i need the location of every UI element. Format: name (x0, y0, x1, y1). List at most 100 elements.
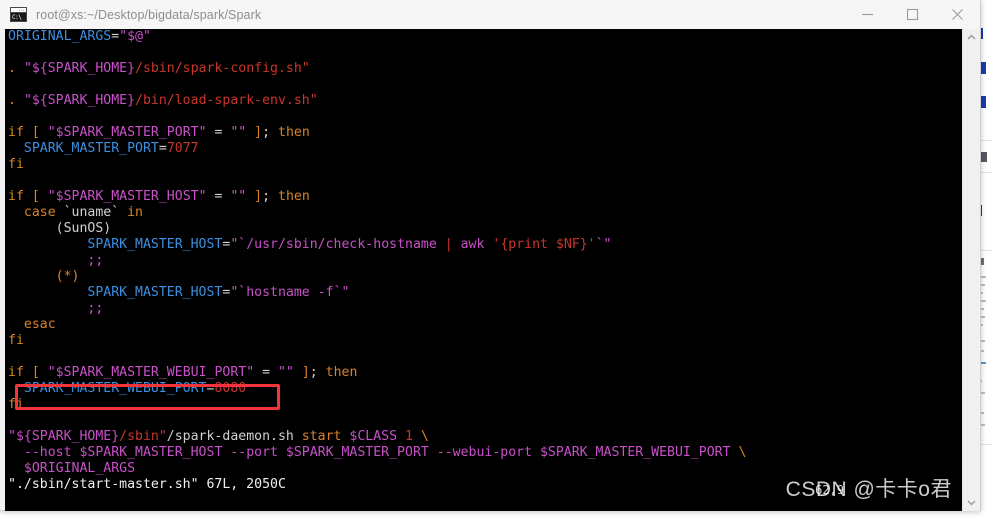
code-token: "$SPARK_MASTER_WEBUI_PORT" (47, 365, 255, 380)
terminal-window[interactable]: ••• C:\ root@xs:~/Desktop/bigdata/spark/… (0, 0, 981, 511)
screen-root: ••• C:\ root@xs:~/Desktop/bigdata/spark/… (0, 0, 993, 519)
code-token: `uname` (63, 205, 120, 220)
code-token: fi (8, 333, 24, 348)
code-token: /sbin/spark-config.sh" (135, 61, 310, 76)
code-line: esac (5, 317, 962, 333)
terminal-screen[interactable]: ORIGINAL_ARGS="$@" . "${SPARK_HOME}/sbin… (5, 29, 962, 511)
code-token: then (278, 125, 310, 140)
code-token: ;; (8, 253, 104, 268)
maximize-button[interactable] (890, 0, 935, 29)
code-token: "" (277, 365, 294, 380)
code-token: = (206, 125, 231, 140)
code-token: `" (595, 237, 612, 252)
code-line: fi (5, 157, 962, 173)
code-token: "$SPARK_MASTER_PORT" (47, 125, 207, 140)
chevron-up-icon (967, 34, 976, 40)
code-line: --host $SPARK_MASTER_HOST --port $SPARK_… (5, 445, 962, 461)
code-line: SPARK_MASTER_HOST="`/usr/sbin/check-host… (5, 237, 962, 253)
code-line: (SunOS) (5, 221, 962, 237)
window-titlebar[interactable]: ••• C:\ root@xs:~/Desktop/bigdata/spark/… (0, 0, 980, 30)
code-token: \ (420, 429, 429, 444)
code-line: "${SPARK_HOME}/sbin"/spark-daemon.sh sta… (5, 429, 962, 445)
code-token: $SPARK_MASTER_WEBUI_PORT (539, 445, 739, 460)
console-icon: ••• C:\ (10, 7, 27, 22)
code-token: awk (460, 237, 493, 252)
code-token: ;; (8, 301, 104, 316)
code-token: /spark-daemon.sh (166, 429, 302, 444)
code-line: SPARK_MASTER_HOST="`hostname -f`" (5, 285, 962, 301)
code-token: /bin/load-spark-env.sh" (135, 93, 318, 108)
scroll-down-button[interactable] (963, 494, 980, 511)
close-button[interactable] (935, 0, 980, 29)
code-token: . (8, 61, 24, 76)
code-line: ORIGINAL_ARGS="$@" (5, 29, 962, 45)
code-line: fi (5, 333, 962, 349)
maximize-icon (906, 8, 919, 21)
code-token: SPARK_MASTER_PORT (8, 141, 159, 156)
code-token: 7077 (166, 141, 199, 156)
chevron-down-icon (967, 500, 976, 506)
code-line: . "${SPARK_HOME}/bin/load-spark-env.sh" (5, 93, 962, 109)
code-token: fi (8, 397, 24, 412)
code-token: 1 (405, 429, 421, 444)
code-token: (SunOS) (8, 221, 112, 236)
code-token: "" (230, 189, 247, 204)
minimize-button[interactable] (845, 0, 890, 29)
code-line: if [ "$SPARK_MASTER_PORT" = "" ]; then (5, 125, 962, 141)
code-token: if (8, 365, 32, 380)
code-token: /usr/sbin/check-hostname (246, 237, 437, 252)
code-token: $SPARK_MASTER_PORT (285, 445, 437, 460)
console-icon-text: C:\ (11, 13, 26, 21)
code-token: . (8, 93, 24, 108)
scroll-up-button[interactable] (963, 29, 980, 46)
vim-buffer[interactable]: ORIGINAL_ARGS="$@" . "${SPARK_HOME}/sbin… (5, 29, 962, 493)
code-token: "${SPARK_HOME} (8, 429, 120, 444)
code-token: ; (262, 125, 279, 140)
code-token: = (111, 29, 120, 44)
code-token: "${SPARK_HOME} (23, 61, 136, 76)
vim-cursor-position: 62,9 (815, 483, 844, 497)
close-icon (952, 9, 963, 20)
code-token: "" (230, 125, 247, 140)
code-token: start (301, 429, 350, 444)
code-token: [ (31, 189, 48, 204)
minimize-icon (862, 13, 873, 16)
code-token: "$SPARK_MASTER_HOST" (47, 189, 207, 204)
code-token: [ (31, 365, 48, 380)
code-line: SPARK_MASTER_PORT=7077 (5, 141, 962, 157)
code-token: ORIGINAL_ARGS (8, 29, 112, 44)
code-token: if (8, 189, 32, 204)
code-token: "` (230, 237, 247, 252)
code-token: hostname -f (246, 285, 334, 300)
code-token: \ (738, 445, 747, 460)
code-line: SPARK_MASTER_WEBUI_PORT=8080 (5, 381, 962, 397)
code-line: . "${SPARK_HOME}/sbin/spark-config.sh" (5, 61, 962, 77)
code-token: --webui-port (436, 445, 540, 460)
terminal-scrollbar[interactable] (962, 29, 979, 511)
code-token: "./sbin/start-master.sh" 67L, 2050C (8, 477, 286, 492)
code-token: ; (262, 189, 279, 204)
code-token: --host (8, 445, 80, 460)
code-token: in (119, 205, 143, 220)
code-token: [ (31, 125, 48, 140)
code-token: "${SPARK_HOME} (23, 93, 136, 108)
code-token: SPARK_MASTER_HOST (8, 285, 223, 300)
code-token: ] (246, 189, 263, 204)
code-token: ] (293, 365, 310, 380)
window-title: root@xs:~/Desktop/bigdata/spark/Spark (36, 7, 262, 22)
code-token: case (8, 205, 64, 220)
window-controls (845, 0, 980, 29)
code-token: $CLASS (349, 429, 405, 444)
code-token: esac (8, 317, 56, 332)
code-token: then (325, 365, 358, 380)
code-line: if [ "$SPARK_MASTER_HOST" = "" ]; then (5, 189, 962, 205)
code-token: (*) (8, 269, 80, 284)
code-token: = (158, 141, 167, 156)
code-line: $ORIGINAL_ARGS (5, 461, 962, 477)
code-token: fi (8, 157, 24, 172)
